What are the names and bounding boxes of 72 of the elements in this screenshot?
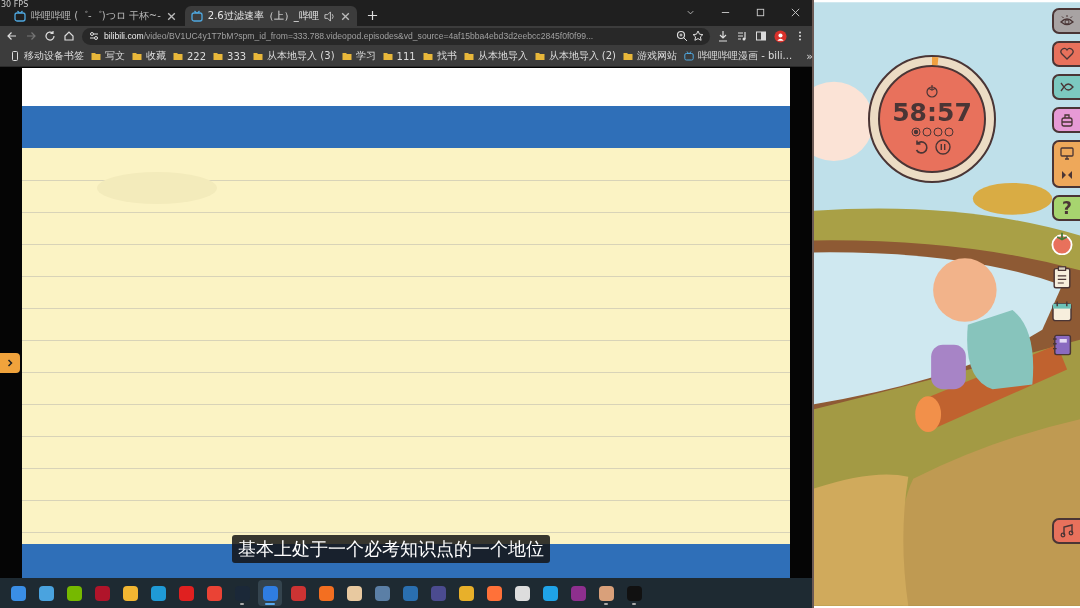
- forward-icon[interactable]: [25, 30, 37, 42]
- eye-button[interactable]: [1052, 8, 1080, 34]
- home-icon[interactable]: [63, 30, 75, 42]
- fish-button[interactable]: [1052, 74, 1080, 100]
- bag-button[interactable]: [1052, 107, 1080, 133]
- music-button[interactable]: [1052, 518, 1080, 544]
- subtitle: 基本上处于一个必考知识点的一个地位: [232, 535, 550, 563]
- close-icon[interactable]: [790, 7, 801, 18]
- star-icon[interactable]: [692, 30, 704, 42]
- expand-button[interactable]: [0, 353, 20, 373]
- folder-icon: [622, 51, 633, 61]
- bag-icon: [1059, 112, 1075, 128]
- bookmark[interactable]: 从本地导入 (3): [253, 49, 335, 63]
- tomato-icon: [925, 83, 939, 98]
- back-icon[interactable]: [6, 30, 18, 42]
- folder-icon: [253, 51, 264, 61]
- reload-icon[interactable]: [44, 30, 56, 42]
- clipboard-icon[interactable]: [1050, 265, 1074, 289]
- close-icon[interactable]: [165, 10, 177, 22]
- close-icon[interactable]: [339, 10, 351, 22]
- media-icon[interactable]: [736, 30, 748, 42]
- bookmark[interactable]: 学习: [341, 49, 376, 63]
- folder-icon: [534, 51, 545, 61]
- folder-icon: [173, 51, 183, 61]
- tv-icon: [190, 10, 203, 22]
- more-bookmarks-button[interactable]: »: [806, 49, 813, 63]
- browser-tab[interactable]: 2.6过滤速率（上）_哔哩: [184, 6, 357, 26]
- speaker-icon[interactable]: [323, 10, 335, 22]
- tv-icon: [683, 51, 694, 61]
- folder-icon: [213, 51, 224, 61]
- music-icon: [1059, 523, 1075, 539]
- bookmark[interactable]: 找书: [422, 49, 457, 63]
- folder-icon: [382, 51, 393, 61]
- site-info-icon[interactable]: [88, 30, 100, 42]
- heart-icon: [1059, 46, 1075, 62]
- heart-button[interactable]: [1052, 41, 1080, 67]
- monitor-icon: [1059, 145, 1075, 161]
- folder-icon: [422, 51, 433, 61]
- folder-icon: [463, 51, 474, 61]
- browser-tab[interactable]: 哔哩哔哩 (゜-゜)つロ 干杯~-: [8, 6, 183, 26]
- pause-icon[interactable]: [935, 138, 951, 155]
- zoom-icon[interactable]: [676, 30, 688, 42]
- reset-icon[interactable]: [913, 138, 929, 155]
- bookmark[interactable]: 游戏网站: [622, 49, 677, 63]
- maximize-icon[interactable]: [755, 7, 766, 18]
- folder-icon: [341, 51, 352, 61]
- address-field[interactable]: bilibili.com/video/BV1UC4y1T7bM?spm_id_from=333.788.videopod.episodes&vd_source=4af15bba4ebd3d2eebcc2845f0f0f99...: [82, 27, 710, 45]
- avatar-icon[interactable]: [774, 29, 787, 43]
- taskbar-app-button[interactable]: [258, 580, 282, 606]
- bookmark[interactable]: 222: [173, 50, 207, 62]
- bookmark[interactable]: 哔哩哔哩漫画 - bili...: [683, 49, 793, 63]
- timer-time: 58:57: [892, 99, 972, 125]
- bookmark[interactable]: 333: [213, 50, 247, 62]
- phone-icon: [10, 51, 20, 61]
- chevron-right-icon: [5, 358, 15, 368]
- calendar-icon[interactable]: [1050, 299, 1074, 323]
- folder-icon: [91, 51, 101, 61]
- bookmark[interactable]: 111: [382, 50, 416, 62]
- bookmark[interactable]: 写文: [91, 49, 125, 63]
- bookmark[interactable]: 从本地导入: [463, 49, 528, 63]
- bookmark[interactable]: 从本地导入 (2): [534, 49, 616, 63]
- help-button[interactable]: ?: [1052, 195, 1080, 221]
- bookmark[interactable]: 移动设备书签: [10, 49, 84, 63]
- folder-icon: [132, 51, 142, 61]
- bookmark[interactable]: 收藏: [132, 49, 166, 63]
- new-tab-icon[interactable]: [366, 10, 378, 21]
- download-icon[interactable]: [717, 30, 729, 42]
- tv-icon: [14, 10, 26, 22]
- tomato-icon[interactable]: [1050, 231, 1074, 255]
- side-panel-icon[interactable]: [755, 30, 767, 42]
- fps-counter: 30 FPS: [1, 0, 29, 9]
- notebook-icon[interactable]: [1050, 333, 1074, 357]
